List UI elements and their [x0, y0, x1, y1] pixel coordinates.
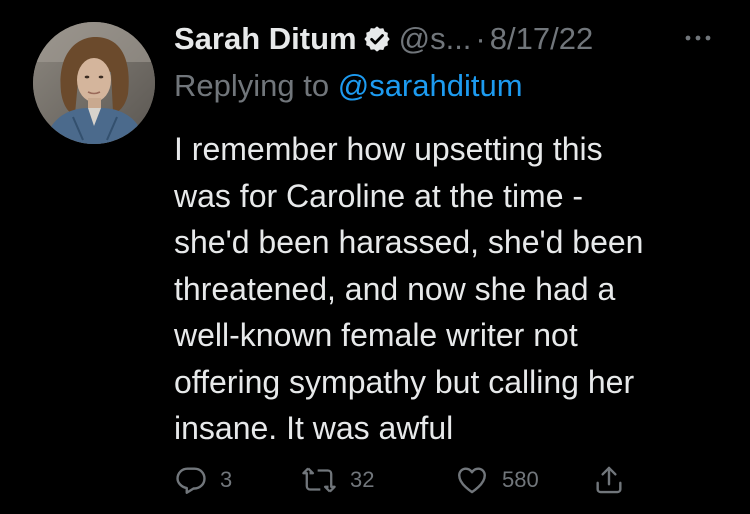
author-handle[interactable]: @s... [399, 21, 472, 57]
replying-to: Replying to @sarahditum [174, 68, 523, 104]
like-count: 580 [502, 467, 539, 492]
tweet-text-line: insane. It was awful [174, 410, 454, 446]
reply-icon [174, 463, 208, 497]
tweet-text: I remember how upsetting this was for Ca… [174, 126, 734, 452]
more-dots-icon[interactable] [680, 26, 716, 50]
share-icon [592, 463, 626, 497]
tweet-date[interactable]: 8/17/22 [490, 21, 593, 57]
tweet-text-line: well-known female writer not [174, 317, 578, 353]
replying-to-label: Replying to [174, 68, 330, 103]
tweet-text-line: offering sympathy but calling her [174, 363, 635, 400]
tweet: Sarah Ditum @s... · 8/17/22 Replying to … [0, 0, 750, 514]
reply-button[interactable]: 3 [174, 460, 232, 500]
share-button[interactable] [592, 460, 626, 500]
like-button[interactable]: 580 [454, 460, 539, 500]
action-bar: 3 32 580 [174, 460, 644, 500]
tweet-text-line: was for Caroline at the time - [174, 177, 584, 214]
heart-icon [454, 463, 490, 497]
reply-count: 3 [220, 467, 233, 492]
tweet-text-line: I remember how upsetting this [174, 131, 603, 167]
tweet-text-line: threatened, and now she had a [174, 270, 616, 307]
retweet-count: 32 [350, 467, 375, 492]
tweet-header: Sarah Ditum @s... · 8/17/22 [174, 18, 593, 60]
replying-to-mention[interactable]: @sarahditum [338, 68, 523, 103]
retweet-icon [300, 463, 338, 497]
header-separator: · [475, 21, 486, 56]
avatar[interactable] [33, 22, 155, 144]
retweet-button[interactable]: 32 [300, 460, 374, 500]
verified-badge-icon [363, 25, 391, 53]
author-name[interactable]: Sarah Ditum [174, 21, 357, 57]
tweet-text-line: she'd been harassed, she'd been [174, 224, 644, 260]
